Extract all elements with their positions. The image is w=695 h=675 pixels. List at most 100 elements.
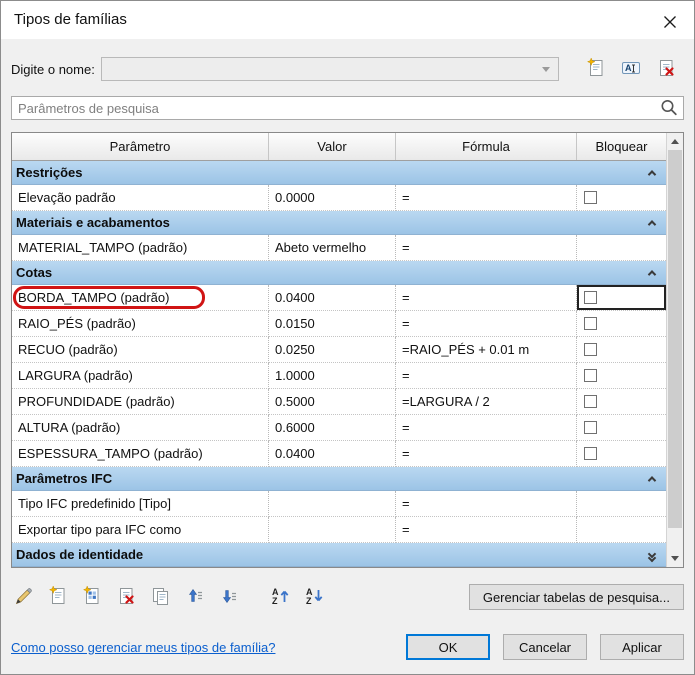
- parameter-name-cell[interactable]: BORDA_TAMPO (padrão): [12, 285, 269, 311]
- lock-cell[interactable]: [577, 185, 666, 211]
- value-cell[interactable]: 1.0000: [269, 363, 396, 389]
- lock-checkbox[interactable]: [584, 369, 597, 382]
- value-cell[interactable]: 0.6000: [269, 415, 396, 441]
- lock-checkbox[interactable]: [584, 421, 597, 434]
- formula-cell[interactable]: =RAIO_PÉS + 0.01 m: [396, 337, 577, 363]
- collapse-section-chevron-icon[interactable]: [647, 211, 657, 234]
- value-cell[interactable]: [269, 517, 396, 543]
- lock-checkbox[interactable]: [584, 447, 597, 460]
- move-down-button[interactable]: [215, 584, 241, 610]
- value-cell[interactable]: Abeto vermelho: [269, 235, 396, 261]
- search-icon[interactable]: [658, 97, 680, 124]
- parameter-name-cell[interactable]: Elevação padrão: [12, 185, 269, 211]
- collapse-section-chevron-icon[interactable]: [647, 467, 657, 490]
- formula-cell[interactable]: =: [396, 185, 577, 211]
- parameter-name-cell[interactable]: Tipo IFC predefinido [Tipo]: [12, 491, 269, 517]
- formula-cell[interactable]: =: [396, 491, 577, 517]
- delete-parameter-button[interactable]: [113, 584, 139, 610]
- section-header[interactable]: Restrições: [12, 161, 666, 185]
- lock-cell[interactable]: [577, 441, 666, 467]
- lock-checkbox[interactable]: [584, 191, 597, 204]
- value-cell[interactable]: 0.0000: [269, 185, 396, 211]
- vertical-scrollbar[interactable]: [666, 133, 683, 567]
- collapse-section-chevron-icon[interactable]: [647, 261, 657, 284]
- new-parameter-button[interactable]: [45, 584, 71, 610]
- column-header-formula[interactable]: Fórmula: [396, 133, 577, 160]
- parameter-name-cell[interactable]: Exportar tipo para IFC como: [12, 517, 269, 543]
- scroll-up-button[interactable]: [667, 133, 683, 150]
- value-cell[interactable]: 0.0250: [269, 337, 396, 363]
- section-header[interactable]: Parâmetros IFC: [12, 467, 666, 491]
- lock-cell[interactable]: [577, 491, 666, 517]
- lock-cell[interactable]: [577, 389, 666, 415]
- delete-type-button[interactable]: [653, 56, 679, 82]
- svg-text:A: A: [625, 63, 632, 73]
- parameter-name: ALTURA (padrão): [18, 420, 121, 435]
- formula-cell[interactable]: =: [396, 311, 577, 337]
- column-header-bloquear[interactable]: Bloquear: [577, 133, 666, 160]
- value-cell[interactable]: 0.0400: [269, 441, 396, 467]
- expand-section-chevron-icon[interactable]: [647, 543, 657, 566]
- duplicate-parameter-button[interactable]: [147, 584, 173, 610]
- parameters-table: Parâmetro Valor Fórmula Bloquear Restriç…: [11, 132, 684, 568]
- column-header-valor[interactable]: Valor: [269, 133, 396, 160]
- formula-cell[interactable]: =: [396, 363, 577, 389]
- formula-cell[interactable]: =LARGURA / 2: [396, 389, 577, 415]
- collapse-section-chevron-icon[interactable]: [647, 161, 657, 184]
- formula-cell[interactable]: =: [396, 517, 577, 543]
- type-name-combobox[interactable]: [101, 57, 559, 81]
- lock-checkbox[interactable]: [584, 291, 597, 304]
- search-row: [11, 96, 684, 120]
- formula-cell[interactable]: =: [396, 415, 577, 441]
- parameter-name: Tipo IFC predefinido [Tipo]: [18, 496, 171, 511]
- associate-parameter-button[interactable]: [79, 584, 105, 610]
- lock-cell[interactable]: [577, 311, 666, 337]
- section-header[interactable]: Dados de identidade: [12, 543, 666, 567]
- move-up-button[interactable]: [181, 584, 207, 610]
- scrollbar-thumb[interactable]: [668, 150, 682, 528]
- lock-cell[interactable]: [577, 337, 666, 363]
- parameter-name-cell[interactable]: RECUO (padrão): [12, 337, 269, 363]
- new-type-button[interactable]: [583, 56, 609, 82]
- lock-cell[interactable]: [577, 363, 666, 389]
- parameter-name-cell[interactable]: PROFUNDIDADE (padrão): [12, 389, 269, 415]
- footer-buttons: OK Cancelar Aplicar: [406, 634, 684, 660]
- lock-cell[interactable]: [577, 285, 666, 311]
- lock-checkbox[interactable]: [584, 343, 597, 356]
- ok-button[interactable]: OK: [406, 634, 490, 660]
- close-button[interactable]: [656, 11, 684, 33]
- parameter-name-cell[interactable]: LARGURA (padrão): [12, 363, 269, 389]
- section-header[interactable]: Materiais e acabamentos: [12, 211, 666, 235]
- sort-descending-button[interactable]: AZ: [301, 584, 327, 610]
- scroll-down-button[interactable]: [667, 550, 683, 567]
- parameter-name-cell[interactable]: ESPESSURA_TAMPO (padrão): [12, 441, 269, 467]
- sort-ascending-button[interactable]: AZ: [267, 584, 293, 610]
- lock-checkbox[interactable]: [584, 395, 597, 408]
- cancel-button[interactable]: Cancelar: [503, 634, 587, 660]
- lock-checkbox[interactable]: [584, 317, 597, 330]
- section-header[interactable]: Cotas: [12, 261, 666, 285]
- value-cell[interactable]: 0.0400: [269, 285, 396, 311]
- parameter-row: Elevação padrão 0.0000 =: [12, 185, 666, 211]
- edit-parameter-button[interactable]: [11, 584, 37, 610]
- formula-cell[interactable]: =: [396, 441, 577, 467]
- apply-button[interactable]: Aplicar: [600, 634, 684, 660]
- parameter-name-cell[interactable]: MATERIAL_TAMPO (padrão): [12, 235, 269, 261]
- column-header-parametro[interactable]: Parâmetro: [12, 133, 269, 160]
- parameter-name: Exportar tipo para IFC como: [18, 522, 182, 537]
- lock-cell[interactable]: [577, 415, 666, 441]
- search-input[interactable]: [11, 96, 684, 120]
- help-link[interactable]: Como posso gerenciar meus tipos de famíl…: [11, 640, 275, 655]
- parameter-name-cell[interactable]: ALTURA (padrão): [12, 415, 269, 441]
- lock-cell[interactable]: [577, 517, 666, 543]
- formula-cell[interactable]: =: [396, 285, 577, 311]
- parameter-name-cell[interactable]: RAIO_PÉS (padrão): [12, 311, 269, 337]
- lock-cell[interactable]: [577, 235, 666, 261]
- rename-type-button[interactable]: A: [618, 56, 644, 82]
- value-cell[interactable]: [269, 491, 396, 517]
- value-cell[interactable]: 0.5000: [269, 389, 396, 415]
- formula-cell[interactable]: =: [396, 235, 577, 261]
- value-cell[interactable]: 0.0150: [269, 311, 396, 337]
- arrow-up-lines-icon: [183, 585, 205, 610]
- manage-lookup-tables-button[interactable]: Gerenciar tabelas de pesquisa...: [468, 584, 684, 610]
